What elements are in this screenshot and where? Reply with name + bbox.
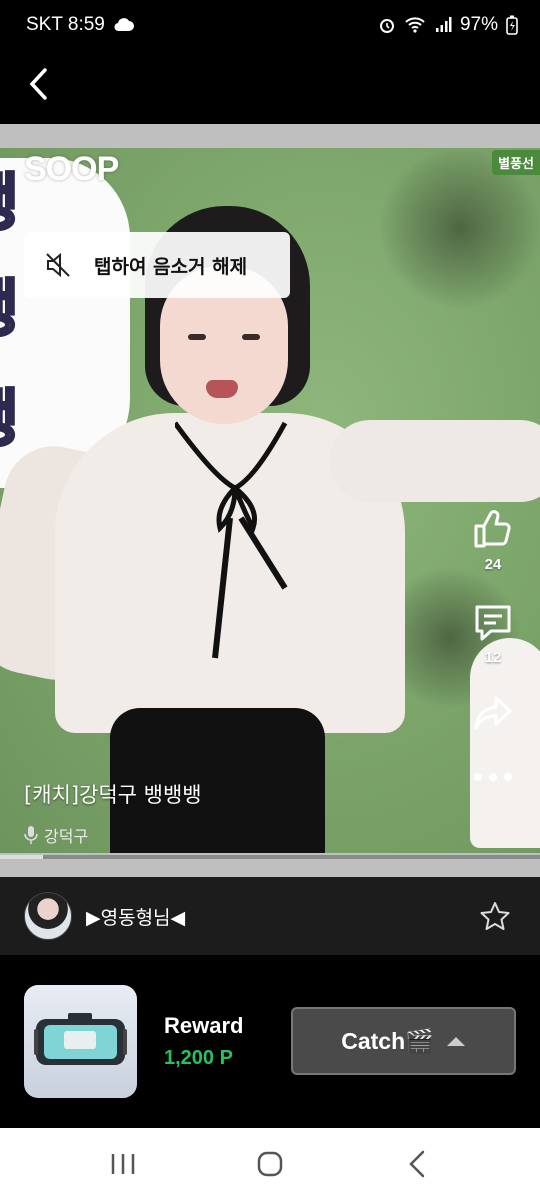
unmute-label: 탭하여 음소거 해제: [94, 255, 248, 278]
home-icon: [257, 1151, 283, 1177]
cloud-icon: [114, 18, 134, 32]
avatar[interactable]: [24, 892, 72, 940]
chevron-left-icon: [408, 1150, 424, 1178]
back-button[interactable]: [16, 62, 60, 106]
ribbon-tie: [175, 421, 288, 659]
recents-icon: [112, 1154, 135, 1174]
reward-thumbnail: [24, 985, 137, 1098]
person-eye: [242, 334, 260, 340]
home-button[interactable]: [240, 1134, 300, 1194]
caret-up-icon: [446, 1037, 465, 1046]
progress-bar[interactable]: [0, 855, 540, 859]
comment-count: 12: [484, 649, 502, 666]
bubble-text: 뱅: [0, 258, 21, 348]
mic-icon: [24, 826, 38, 844]
catch-label: Catch🎬: [341, 1027, 434, 1054]
share-icon: [474, 696, 512, 730]
more-button[interactable]: [473, 772, 513, 782]
like-button[interactable]: 24: [472, 508, 514, 573]
reward-label: Reward: [164, 1013, 244, 1038]
like-count: 24: [484, 556, 502, 573]
share-button[interactable]: [472, 694, 514, 732]
star-icon: [480, 902, 510, 930]
author-name: 강덕구: [44, 827, 89, 846]
unmute-button[interactable]: 탭하여 음소거 해제: [24, 232, 290, 298]
status-left: SKT 8:59: [26, 14, 135, 36]
progress-fill: [0, 855, 44, 859]
status-bar: SKT 8:59 97%: [0, 0, 540, 50]
status-carrier-time: SKT 8:59: [26, 14, 105, 35]
battery-icon: [506, 15, 518, 35]
chevron-left-icon: [29, 68, 47, 100]
system-nav-bar: [0, 1128, 540, 1200]
video-player[interactable]: 뱅 뱅 뱅 SOOP 별풍선 탭하여 음소거 해제 24: [0, 148, 540, 853]
bubble-text: 뱅: [0, 152, 21, 242]
vr-headset-image: [34, 1013, 127, 1065]
side-actions: 24 12: [466, 508, 520, 782]
system-back-button[interactable]: [387, 1134, 447, 1194]
corner-tag: 별풍선: [492, 150, 540, 175]
channel-name[interactable]: ▶영동형님◀: [86, 903, 185, 930]
soop-watermark: SOOP: [24, 150, 119, 188]
video-title: [캐치]강덕구 뱅뱅뱅: [24, 783, 202, 807]
thumbs-up-icon: [474, 510, 511, 548]
bubble-text: 뱅: [0, 368, 21, 458]
comment-button[interactable]: 12: [473, 603, 513, 666]
signal-icon: [435, 17, 452, 32]
more-dots-icon: [474, 773, 512, 781]
person-arm: [330, 420, 540, 502]
status-right: 97%: [378, 14, 518, 36]
reward-points: 1,200 P: [164, 1047, 233, 1069]
video-author[interactable]: 강덕구: [24, 823, 88, 847]
speaker-muted-icon: [46, 252, 70, 278]
video-frame: 뱅 뱅 뱅 SOOP 별풍선 탭하여 음소거 해제 24: [0, 124, 540, 877]
comment-icon: [475, 605, 511, 641]
favorite-button[interactable]: [480, 901, 510, 936]
channel-row[interactable]: ▶영동형님◀: [0, 877, 540, 955]
person-mouth: [206, 380, 238, 398]
top-bar: [0, 50, 540, 124]
catch-button[interactable]: Catch🎬: [291, 1007, 516, 1075]
reward-panel: Reward 1,200 P Catch🎬: [0, 955, 540, 1128]
wifi-icon: [405, 17, 425, 33]
alarm-icon: [379, 19, 394, 33]
recents-button[interactable]: [93, 1134, 153, 1194]
person-eye: [188, 334, 206, 340]
battery-percent: 97%: [459, 14, 498, 35]
